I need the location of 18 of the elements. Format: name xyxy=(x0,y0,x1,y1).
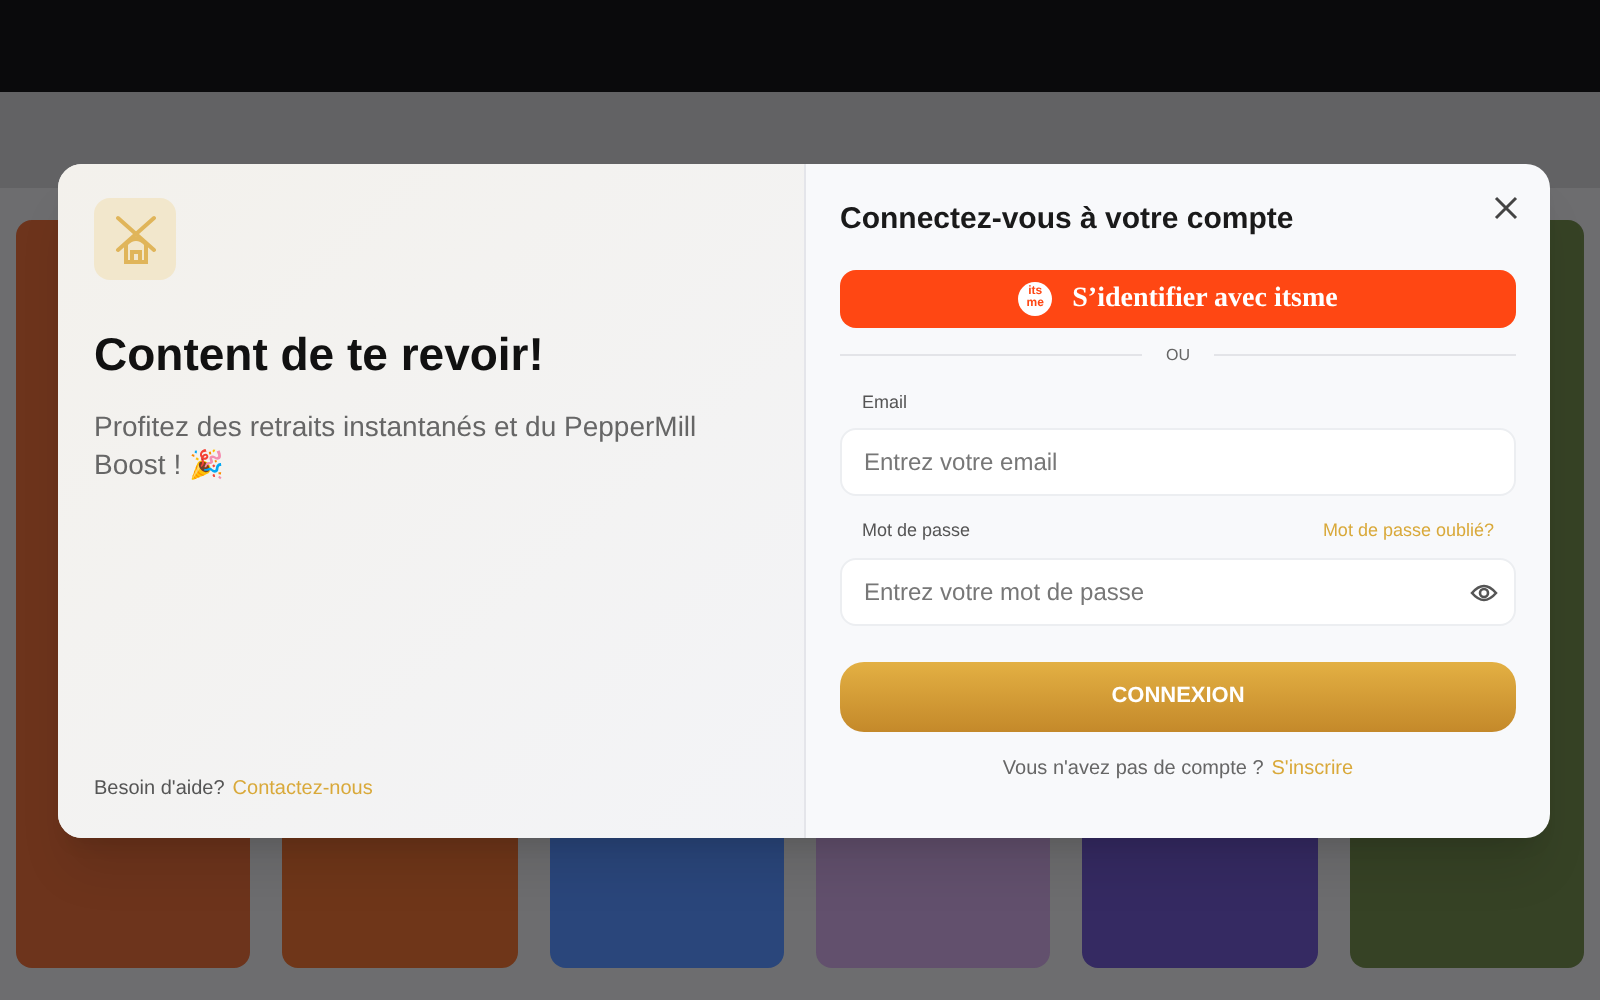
contact-link[interactable]: Contactez-nous xyxy=(232,774,373,804)
password-label: Mot de passe xyxy=(862,518,971,544)
welcome-title: Content de te revoir! xyxy=(94,326,546,384)
help-text: Besoin d'aide? xyxy=(94,776,225,804)
email-label: Email xyxy=(862,389,910,415)
close-button[interactable] xyxy=(1490,192,1522,224)
password-field[interactable]: Entrez votre mot de passe xyxy=(840,557,1516,625)
login-button[interactable]: CONNEXION xyxy=(840,661,1516,731)
divider-text: OU xyxy=(1166,343,1190,367)
signup-text: Vous n'avez pas de compte ? xyxy=(1002,755,1264,783)
eye-icon[interactable] xyxy=(1470,581,1498,603)
forgot-password-link[interactable]: Mot de passe oublié? xyxy=(1322,518,1494,545)
windmill-icon xyxy=(111,213,159,265)
welcome-subtitle: Profitez des retraits instantanés et du PepperMill Boost ! 🎉 xyxy=(94,407,699,483)
email-field[interactable]: Entrez votre email xyxy=(840,428,1516,496)
close-icon xyxy=(1494,196,1518,220)
signup-link[interactable]: S'inscrire xyxy=(1271,753,1354,783)
login-title: Connectez-vous à votre compte xyxy=(840,200,1294,240)
